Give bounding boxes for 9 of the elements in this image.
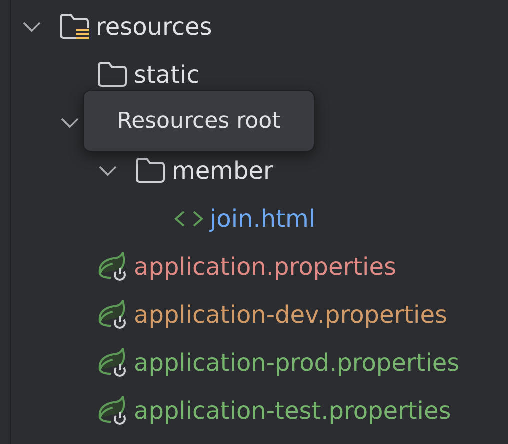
tree-item[interactable]: application-dev.properties [134, 300, 448, 330]
tree-item[interactable]: static [134, 60, 200, 90]
tree-item[interactable]: member [172, 156, 274, 186]
tree-item[interactable]: application-test.properties [134, 396, 452, 426]
tree-item[interactable]: application.properties [134, 252, 396, 282]
tree-item[interactable]: join.html [210, 204, 316, 234]
tooltip: Resources root [83, 90, 315, 152]
tree-item[interactable]: application-prod.properties [134, 348, 460, 378]
tree-item[interactable]: resources [96, 12, 212, 42]
